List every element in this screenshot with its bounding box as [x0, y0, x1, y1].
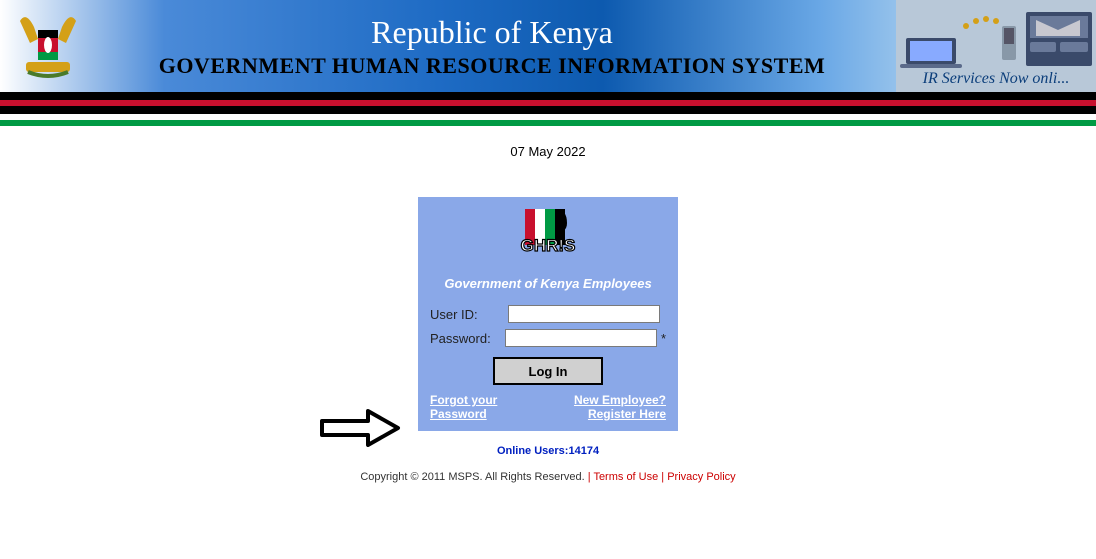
login-panel: GHR!S Government of Kenya Employees User…: [418, 197, 678, 431]
ghris-logo-icon: GHR!S: [430, 207, 666, 268]
password-label: Password:: [430, 331, 505, 346]
footer-copyright: Copyright © 2011 MSPS. All Rights Reserv…: [360, 471, 584, 483]
login-container: GHR!S Government of Kenya Employees User…: [0, 197, 1096, 431]
user-id-row: User ID:: [430, 305, 666, 323]
stripe-black-bottom: [0, 106, 1096, 114]
header-title-sub: GOVERNMENT HUMAN RESOURCE INFORMATION SY…: [88, 53, 896, 79]
coat-of-arms-icon: [8, 6, 88, 86]
forgot-password-link[interactable]: Forgot yourPassword: [430, 393, 497, 421]
required-asterisk: *: [661, 331, 666, 346]
password-row: Password: *: [430, 329, 666, 347]
login-button[interactable]: Log In: [493, 357, 603, 385]
footer: Copyright © 2011 MSPS. All Rights Reserv…: [0, 471, 1096, 483]
register-link[interactable]: New Employee?Register Here: [574, 393, 666, 421]
current-date: 07 May 2022: [0, 144, 1096, 159]
stripe-green: [0, 120, 1096, 126]
stripe-black-top: [0, 92, 1096, 100]
user-id-label: User ID:: [430, 307, 508, 322]
svg-text:GHR!S: GHR!S: [521, 236, 576, 255]
header-right-tagline: IR Services Now onli...: [923, 70, 1070, 88]
login-panel-subtitle: Government of Kenya Employees: [430, 276, 666, 291]
header-banner: Republic of Kenya GOVERNMENT HUMAN RESOU…: [0, 0, 1096, 92]
privacy-policy-link[interactable]: Privacy Policy: [667, 471, 735, 483]
header-right-promo: IR Services Now onli...: [896, 0, 1096, 92]
login-links-row: Forgot yourPassword New Employee?Registe…: [430, 393, 666, 421]
terms-of-use-link[interactable]: Terms of Use: [593, 471, 658, 483]
user-id-input[interactable]: [508, 305, 660, 323]
pointer-arrow-icon: [318, 409, 402, 447]
header-title-main: Republic of Kenya: [88, 14, 896, 51]
online-users-status: Online Users:14174: [0, 445, 1096, 457]
password-input[interactable]: [505, 329, 657, 347]
